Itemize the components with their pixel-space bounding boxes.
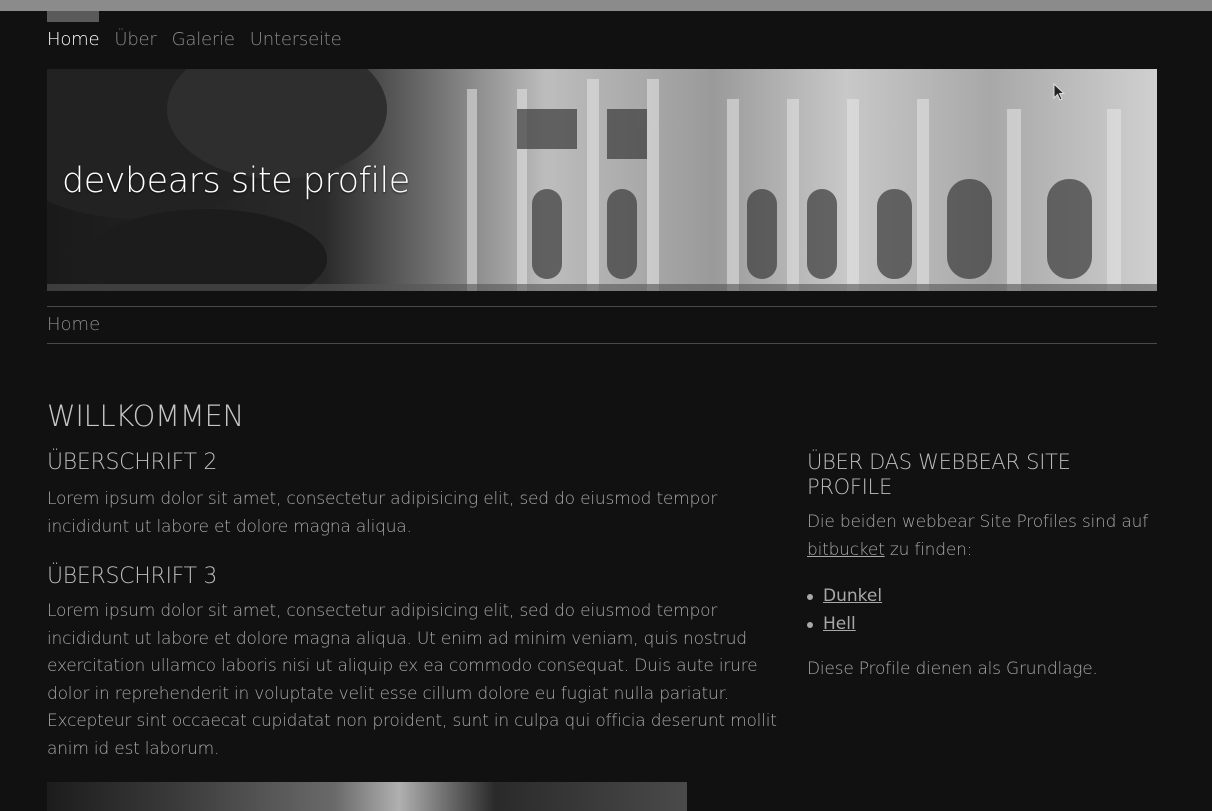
content-image [47,782,687,811]
profile-list: Dunkel Hell [807,582,882,638]
sidebar-footer: Diese Profile dienen als Grundlage. [807,659,1098,679]
breadcrumb-current: Home [47,314,101,335]
section-heading-2: ÜBERSCHRIFT 2 [47,450,218,475]
top-bar-tab [47,11,99,22]
site-title: devbears site profile [62,161,410,201]
sidebar-intro-text-end: zu finden: [884,540,973,560]
main-nav: Home Über Galerie Unterseite [47,29,342,50]
list-item: Dunkel [807,582,882,610]
nav-item-unterseite[interactable]: Unterseite [250,29,342,50]
sidebar-heading: ÜBER DAS WEBBEAR SITE PROFILE [807,450,1071,499]
breadcrumb: Home [47,306,1157,344]
bitbucket-link[interactable]: bitbucket [807,540,885,560]
nav-item-home[interactable]: Home [47,29,100,50]
nav-item-galerie[interactable]: Galerie [172,29,235,50]
dunkel-link[interactable]: Dunkel [823,586,882,606]
nav-item-ueber[interactable]: Über [114,29,156,50]
paragraph-1: Lorem ipsum dolor sit amet, consectetur … [47,489,718,537]
header-banner: devbears site profile [47,69,1157,291]
section-heading-3: ÜBERSCHRIFT 3 [47,564,218,589]
paragraph-2: Lorem ipsum dolor sit amet, consectetur … [47,601,777,759]
hell-link[interactable]: Hell [823,614,856,634]
page-title: WILLKOMMEN [47,399,244,433]
mouse-cursor-icon [1053,83,1065,101]
top-bar [0,0,1212,11]
sidebar-intro-text: Die beiden webbear Site Profiles sind au… [807,512,1148,532]
list-item: Hell [807,610,882,638]
sidebar-intro: Die beiden webbear Site Profiles sind au… [807,508,1157,564]
